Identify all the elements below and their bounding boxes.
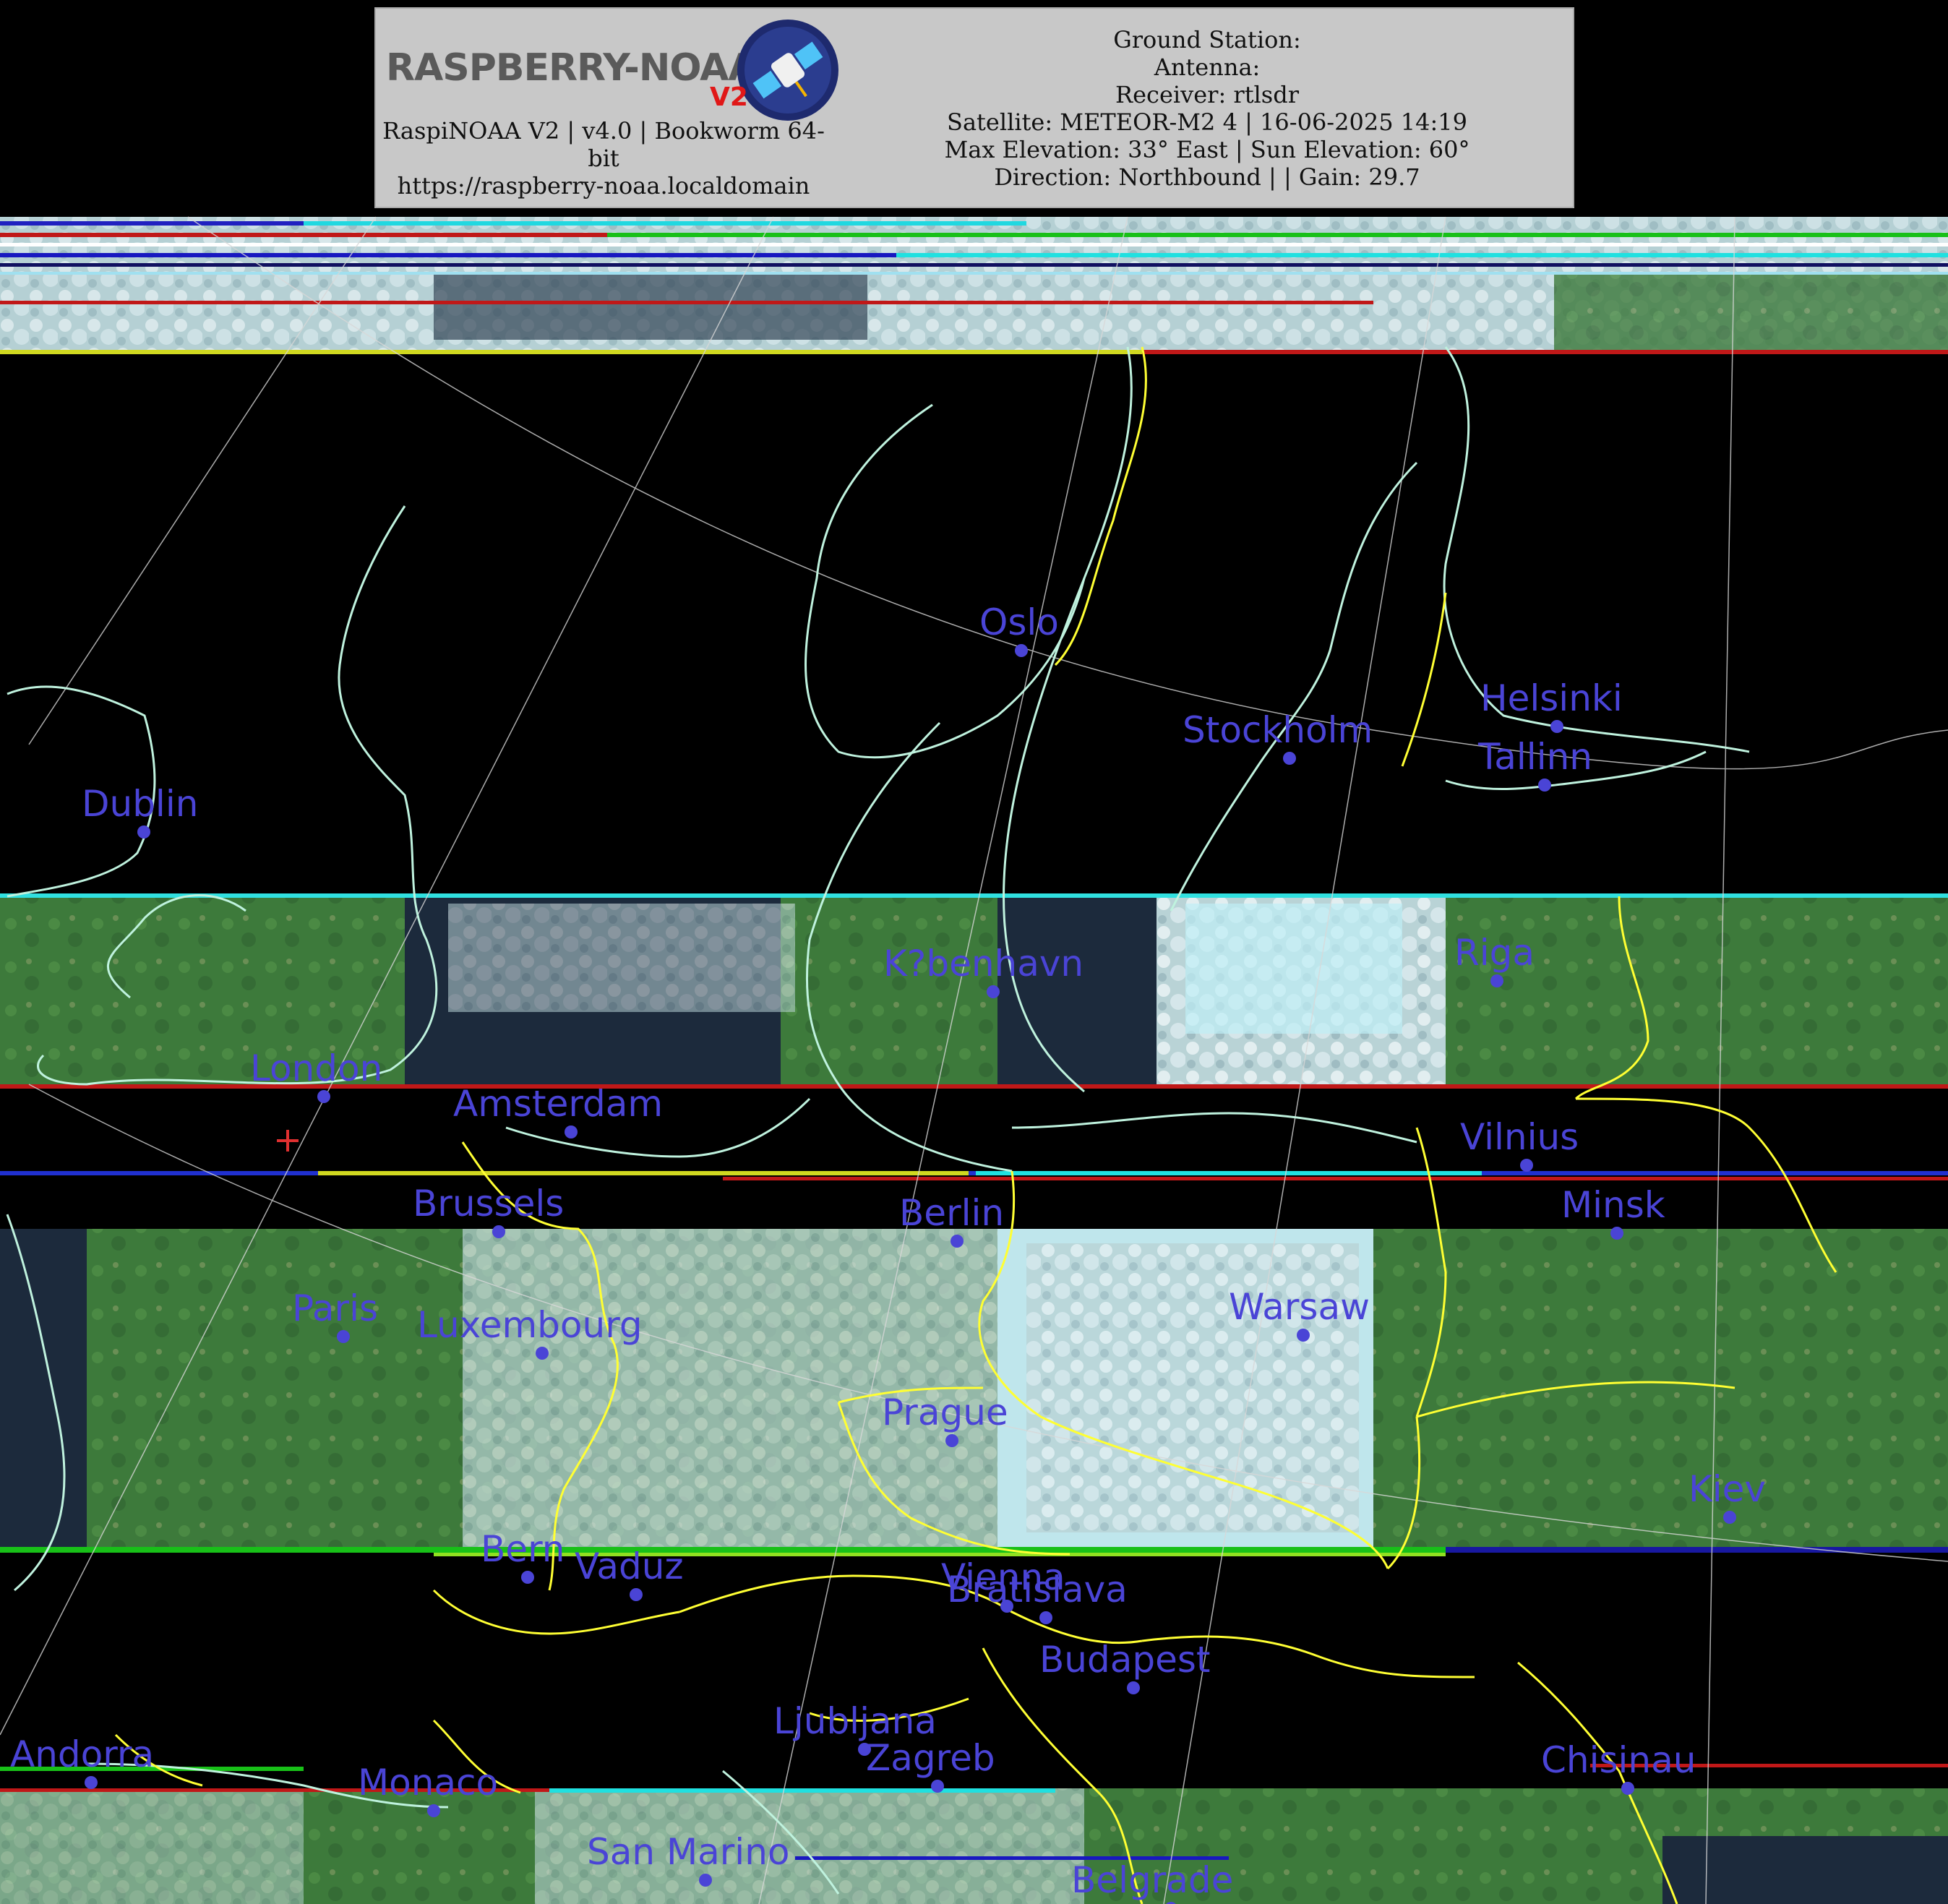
city-label-vilnius: Vilnius	[1460, 1116, 1579, 1158]
receiver: Receiver: rtlsdr	[1115, 81, 1299, 108]
satellite-map: Oslo Stockholm Helsinki Tallinn Dublin Riga K?…	[0, 216, 1948, 1904]
city-marker-minsk	[1610, 1227, 1623, 1240]
city-label-dublin: Dublin	[82, 783, 198, 825]
city-marker-amsterdam	[565, 1125, 578, 1138]
ground-station: Ground Station:	[1113, 26, 1301, 53]
city-marker-stockholm	[1283, 752, 1296, 765]
city-marker-kiev	[1723, 1511, 1736, 1524]
city-label-k-benhavn: K?benhavn	[883, 943, 1084, 985]
city-marker-andorra	[85, 1776, 98, 1789]
software-info: RaspiNOAA V2 | v4.0 | Bookworm 64- bit h…	[376, 117, 831, 200]
city-label-tallinn: Tallinn	[1477, 736, 1592, 778]
imagery-band-thin	[0, 1171, 1948, 1180]
city-marker-riga	[1490, 974, 1503, 987]
satellite-icon	[737, 20, 838, 121]
software-version-cont: bit	[588, 145, 619, 172]
plus-icon	[277, 1130, 299, 1152]
software-version: RaspiNOAA V2 | v4.0 | Bookworm 64-	[382, 117, 825, 145]
city-label-minsk: Minsk	[1561, 1184, 1665, 1226]
city-label-luxembourg: Luxembourg	[417, 1304, 643, 1346]
city-label-san-marino: San Marino	[587, 1831, 789, 1873]
city-label-prague: Prague	[882, 1391, 1008, 1433]
city-label-vaduz: Vaduz	[575, 1545, 684, 1587]
satellite-pass: Satellite: METEOR-M2 4 | 16-06-2025 14:1…	[947, 108, 1467, 136]
city-label-zagreb: Zagreb	[866, 1737, 995, 1779]
header-panel: RASPBERRY-NOAA V2 RaspiNOAA V2 | v4.0 | …	[374, 7, 1574, 208]
city-marker-vilnius	[1520, 1159, 1533, 1172]
city-label-amsterdam: Amsterdam	[453, 1083, 663, 1125]
logo-text: RASPBERRY-NOAA	[386, 46, 758, 90]
logo: RASPBERRY-NOAA V2 RaspiNOAA V2 | v4.0 | …	[376, 9, 838, 210]
city-marker-k-benhavn	[987, 985, 1000, 998]
city-marker-bratislava	[1039, 1611, 1052, 1624]
city-marker-dublin	[137, 826, 150, 839]
direction-gain: Direction: Northbound | | Gain: 29.7	[994, 163, 1420, 191]
city-marker-bern	[521, 1571, 534, 1584]
city-marker-tallinn	[1538, 779, 1551, 792]
city-marker-helsinki	[1550, 720, 1563, 733]
city-label-budapest: Budapest	[1039, 1639, 1211, 1681]
city-marker-paris	[337, 1330, 350, 1343]
city-marker-prague	[945, 1434, 958, 1447]
city-label-london: London	[250, 1047, 382, 1089]
city-label-belgrade: Belgrade	[1071, 1859, 1233, 1901]
city-label-brussels: Brussels	[413, 1183, 564, 1225]
city-marker-monaco	[427, 1804, 440, 1817]
city-label-oslo: Oslo	[979, 601, 1059, 643]
city-label-ljubljana: Ljubljana	[773, 1700, 937, 1742]
pass-info: Ground Station: Antenna: Receiver: rtlsd…	[838, 26, 1576, 191]
city-marker-luxembourg	[536, 1347, 549, 1360]
imagery-band-north	[0, 217, 1948, 354]
city-label-bern: Bern	[481, 1528, 565, 1570]
imagery-band-south	[0, 1764, 1948, 1904]
city-label-paris: Paris	[292, 1287, 378, 1329]
city-marker-warsaw	[1297, 1329, 1310, 1342]
city-marker-brussels	[492, 1225, 505, 1238]
elevation-info: Max Elevation: 33° East | Sun Elevation:…	[944, 136, 1470, 163]
city-marker-berlin	[951, 1235, 964, 1248]
city-marker-oslo	[1015, 644, 1028, 657]
station-url: https://raspberry-noaa.localdomain	[397, 172, 810, 200]
city-label-stockholm: Stockholm	[1183, 709, 1373, 751]
city-label-helsinki: Helsinki	[1480, 677, 1623, 719]
city-label-bratislava: Bratislava	[947, 1569, 1128, 1611]
city-label-riga: Riga	[1454, 932, 1535, 974]
city-label-berlin: Berlin	[899, 1192, 1004, 1234]
city-label-monaco: Monaco	[358, 1762, 498, 1804]
city-marker-san-marino	[699, 1874, 712, 1887]
city-marker-budapest	[1127, 1681, 1140, 1694]
antenna: Antenna:	[1154, 53, 1261, 81]
city-marker-zagreb	[931, 1780, 944, 1793]
city-label-warsaw: Warsaw	[1229, 1286, 1370, 1328]
city-label-andorra: Andorra	[10, 1733, 154, 1775]
city-marker-vaduz	[630, 1588, 643, 1601]
logo-version: V2	[710, 82, 748, 112]
city-label-chisinau: Chisinau	[1541, 1739, 1696, 1781]
city-label-kiev: Kiev	[1689, 1468, 1766, 1510]
city-marker-chisinau	[1621, 1782, 1634, 1795]
city-marker-london	[317, 1090, 330, 1103]
